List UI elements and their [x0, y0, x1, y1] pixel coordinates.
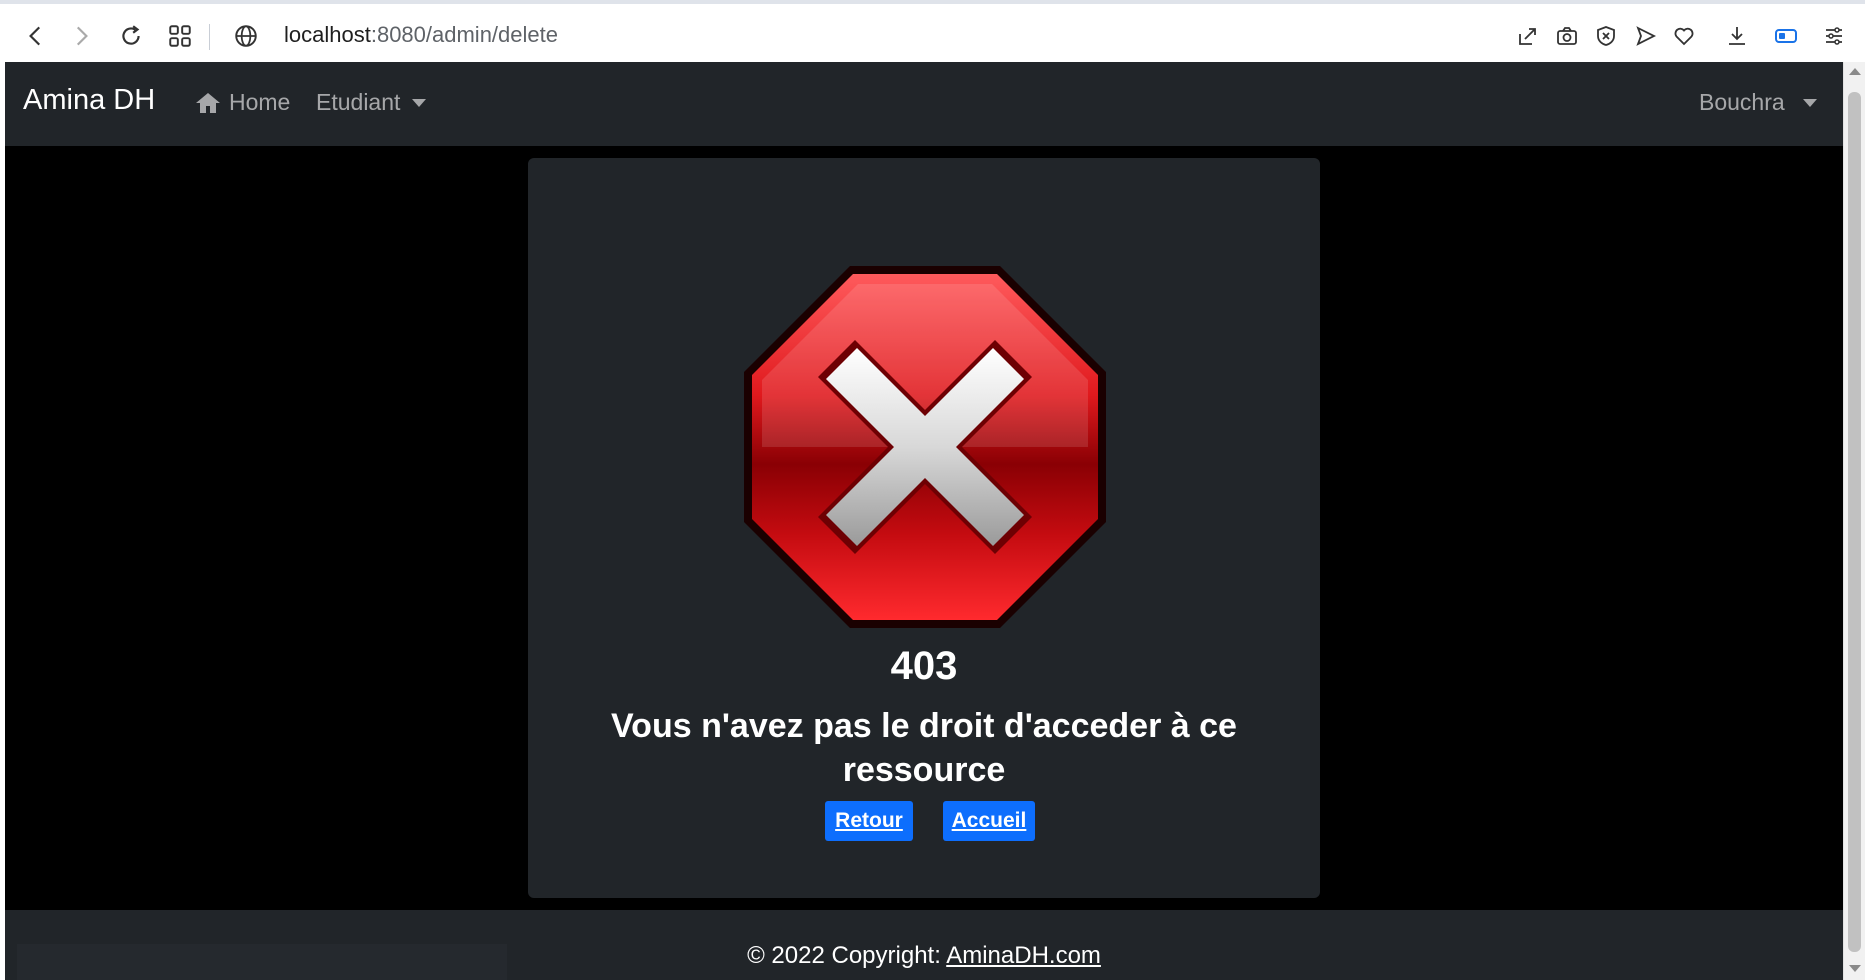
globe-icon[interactable] — [228, 18, 264, 54]
nav-etudiant-dropdown[interactable]: Etudiant — [316, 89, 427, 116]
vertical-scrollbar[interactable] — [1843, 62, 1865, 980]
nav-home-link[interactable]: Home — [195, 89, 290, 116]
scroll-up-icon[interactable] — [1849, 68, 1861, 75]
reload-icon[interactable] — [113, 18, 149, 54]
stop-x-icon — [744, 266, 1106, 628]
tabs-grid-icon[interactable] — [162, 18, 198, 54]
chevron-down-icon — [412, 98, 427, 107]
url-host: localhost — [284, 22, 371, 47]
forward-icon[interactable] — [63, 18, 99, 54]
camera-icon[interactable] — [1551, 20, 1583, 52]
error-card: 403 Vous n'avez pas le droit d'acceder à… — [528, 158, 1320, 898]
back-button[interactable]: Retour — [825, 801, 913, 841]
shield-x-icon[interactable] — [1590, 20, 1622, 52]
footer-copyright: © 2022 Copyright: AminaDH.com — [5, 942, 1843, 970]
toolbar-divider — [209, 24, 210, 50]
heart-icon[interactable] — [1668, 20, 1700, 52]
scroll-thumb[interactable] — [1848, 92, 1861, 952]
nav-etudiant-label: Etudiant — [316, 89, 401, 115]
chevron-down-icon — [1802, 98, 1817, 107]
scroll-down-icon[interactable] — [1849, 965, 1861, 972]
browser-toolbar: localhost:8080/admin/delete — [0, 0, 1865, 62]
menu-icon[interactable] — [1818, 20, 1850, 52]
download-icon[interactable] — [1721, 20, 1753, 52]
home-icon — [196, 92, 220, 113]
share-icon[interactable] — [1512, 20, 1544, 52]
error-code: 403 — [890, 644, 958, 688]
address-bar[interactable]: localhost:8080/admin/delete — [284, 22, 558, 48]
url-path: :8080/admin/delete — [370, 22, 558, 47]
error-message: Vous n'avez pas le droit d'acceder à ce … — [611, 707, 1237, 789]
nav-user-dropdown[interactable]: Bouchra — [1699, 89, 1817, 116]
page-viewport: Amina DH Home Etudiant Bouchra 403 Vous … — [5, 62, 1843, 980]
nav-home-label: Home — [229, 89, 291, 115]
copyright-link[interactable]: AminaDH.com — [946, 942, 1101, 969]
sidebar-icon[interactable] — [1770, 20, 1802, 52]
back-icon[interactable] — [18, 18, 54, 54]
copyright-text: © 2022 Copyright: — [747, 942, 947, 969]
navbar: Amina DH Home Etudiant Bouchra — [5, 62, 1843, 146]
home-button[interactable]: Accueil — [943, 801, 1035, 841]
send-icon[interactable] — [1630, 20, 1662, 52]
nav-user-label: Bouchra — [1699, 89, 1785, 115]
navbar-brand[interactable]: Amina DH — [23, 84, 155, 117]
